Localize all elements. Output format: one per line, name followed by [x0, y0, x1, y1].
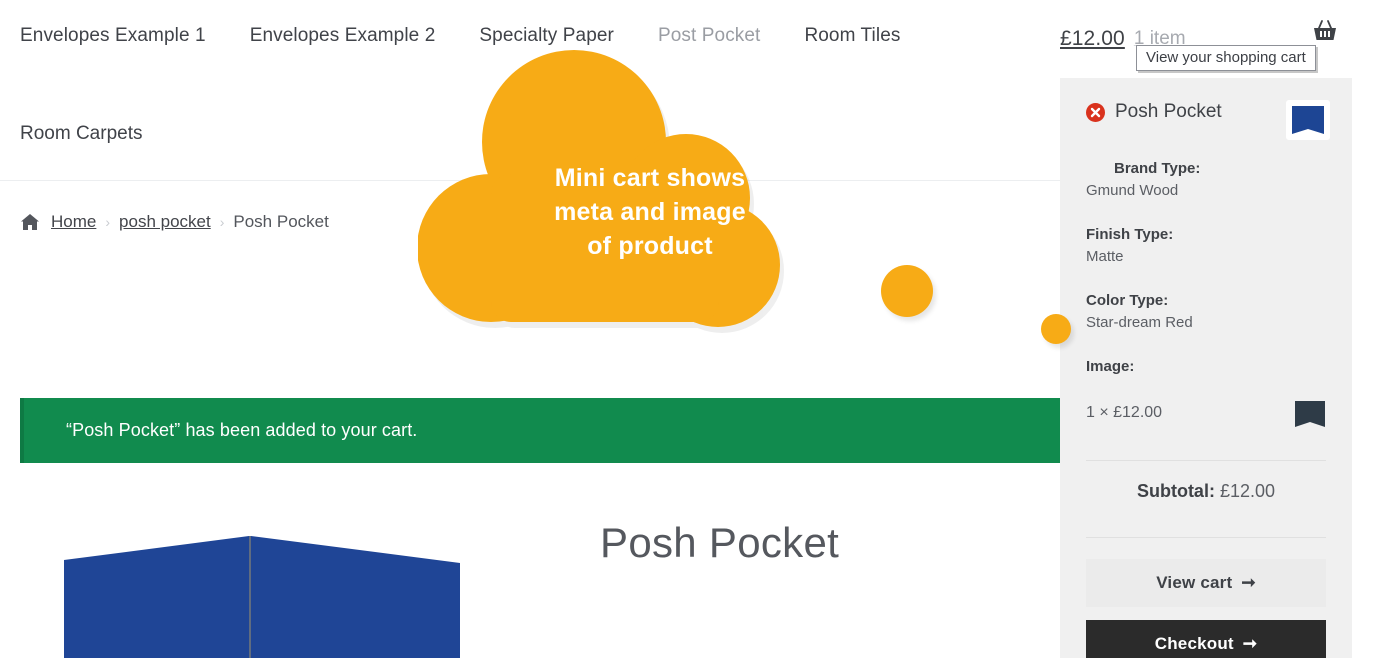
mini-cart-item-meta: Brand Type: Gmund Wood Finish Type: Matt…	[1086, 158, 1326, 378]
checkout-button[interactable]: Checkout ➞	[1086, 620, 1326, 658]
arrow-right-icon-checkout: ➞	[1242, 634, 1258, 653]
nav-item-specialty-paper[interactable]: Specialty Paper	[479, 18, 614, 54]
callout-cloud	[417, 50, 880, 348]
cart-success-notice: “Posh Pocket” has been added to your car…	[20, 398, 1060, 463]
page-title: Posh Pocket	[600, 519, 840, 566]
callout-dot-large	[881, 265, 933, 317]
callout-line-3: of product	[587, 232, 713, 260]
shopping-basket-icon[interactable]	[1311, 18, 1339, 46]
meta-value-brand-type: Gmund Wood	[1086, 182, 1179, 199]
callout-line-1: Mini cart shows	[554, 164, 746, 192]
mini-cart-panel: Posh Pocket Brand Type: Gmund Wood Finis…	[1060, 78, 1352, 658]
mini-cart-item: Posh Pocket	[1086, 100, 1330, 156]
nav-item-post-pocket[interactable]: Post Pocket	[658, 18, 760, 54]
header-divider	[0, 180, 1060, 181]
mini-cart-item-thumbnail	[1286, 100, 1330, 140]
nav-item-room-carpets[interactable]: Room Carpets	[20, 116, 143, 152]
product-image	[64, 533, 460, 658]
callout-dot-small	[1041, 314, 1071, 344]
meta-label-finish-type: Finish Type:	[1086, 226, 1174, 243]
mini-cart-actions: View cart ➞ Checkout ➞	[1060, 538, 1352, 658]
nav-item-room-tiles[interactable]: Room Tiles	[804, 18, 900, 54]
nav-item-envelopes-example-1[interactable]: Envelopes Example 1	[20, 18, 206, 54]
view-cart-label: View cart	[1156, 573, 1233, 592]
mini-cart-subtotal-value: £12.00	[1219, 481, 1276, 501]
mini-cart-quantity-row: 1 × £12.00	[1086, 401, 1326, 446]
meta-value-color-type: Star-dream Red	[1086, 314, 1193, 331]
mini-cart-meta-image-thumbnail	[1290, 396, 1330, 432]
breadcrumb-home-link[interactable]: Home	[51, 212, 96, 232]
cart-success-message: “Posh Pocket” has been added to your car…	[66, 420, 418, 440]
meta-label-image: Image:	[1086, 358, 1135, 375]
checkout-label: Checkout	[1154, 634, 1234, 653]
view-cart-button[interactable]: View cart ➞	[1086, 559, 1326, 607]
nav-item-envelopes-example-2[interactable]: Envelopes Example 2	[250, 18, 436, 54]
callout-line-2: meta and image	[554, 198, 746, 226]
mini-cart-subtotal: Subtotal: £12.00	[1086, 461, 1326, 523]
callout-text: Mini cart shows meta and image of produc…	[440, 161, 860, 263]
page-root: Envelopes Example 1 Envelopes Example 2 …	[0, 0, 1380, 658]
meta-label-brand-type: Brand Type:	[1114, 160, 1201, 177]
arrow-right-icon-view: ➞	[1241, 573, 1256, 592]
meta-value-finish-type: Matte	[1086, 248, 1124, 265]
breadcrumb-separator-1: ›	[105, 214, 111, 230]
mini-cart-item-name[interactable]: Posh Pocket	[1115, 100, 1222, 124]
home-icon	[20, 212, 40, 232]
mini-cart-body: Posh Pocket Brand Type: Gmund Wood Finis…	[1060, 78, 1352, 538]
breadcrumb: Home › posh pocket › Posh Pocket	[20, 212, 329, 232]
cart-tooltip: View your shopping cart	[1136, 45, 1316, 71]
breadcrumb-current: Posh Pocket	[233, 212, 329, 231]
meta-label-color-type: Color Type:	[1086, 292, 1169, 309]
breadcrumb-category-link[interactable]: posh pocket	[119, 212, 211, 232]
mini-cart-quantity-price: 1 × £12.00	[1086, 404, 1163, 421]
mini-cart-subtotal-label: Subtotal:	[1136, 481, 1215, 501]
breadcrumb-separator-2: ›	[219, 214, 225, 230]
remove-item-icon[interactable]	[1086, 103, 1105, 122]
cart-total-amount[interactable]: £12.00	[1060, 27, 1125, 51]
